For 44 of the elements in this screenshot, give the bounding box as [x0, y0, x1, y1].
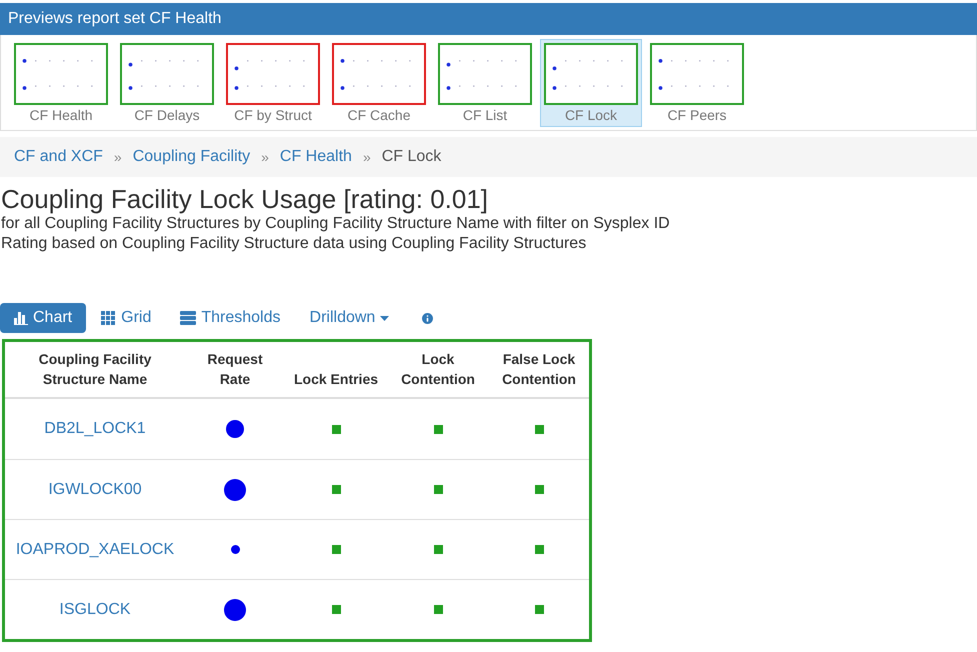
grid-icon: [101, 310, 116, 326]
thumbnail-label: CF Delays: [134, 106, 200, 124]
breadcrumb-link[interactable]: CF Health: [280, 145, 352, 169]
info-icon: [420, 310, 436, 326]
column-header: Lock Contention: [400, 350, 476, 389]
thumbnail-item[interactable]: CF Lock: [540, 39, 642, 127]
caret-icon: [380, 316, 390, 320]
thumbnail-item[interactable]: CF Health: [10, 39, 112, 127]
thumbnail-label: CF List: [462, 106, 508, 124]
breadcrumb-link[interactable]: CF and XCF: [14, 145, 103, 169]
breadcrumb-separator: »: [362, 148, 372, 166]
column-header: False Lock Contention: [501, 350, 577, 389]
thumbnail-label: CF Cache: [347, 106, 411, 124]
bar-chart-icon: [14, 312, 28, 324]
thumbnail-item[interactable]: CF by Struct: [222, 39, 324, 127]
info-button[interactable]: [420, 310, 436, 326]
column-header: Request Rate: [206, 350, 264, 389]
thumbnail-label: CF Lock: [564, 106, 618, 124]
page-title: Coupling Facility Lock Usage [rating: 0.01]: [0, 184, 490, 214]
structure-link[interactable]: IOAPROD_XAELOCK: [16, 538, 174, 562]
toolbar-tab[interactable]: Chart: [0, 303, 86, 333]
structure-link[interactable]: ISGLOCK: [59, 598, 131, 622]
thumbnail-label: CF Health: [29, 106, 93, 124]
thumbnail-item[interactable]: CF Delays: [116, 39, 218, 127]
column-header: Coupling Facility Structure Name: [38, 350, 152, 389]
toolbar-tab[interactable]: Thresholds: [166, 303, 295, 333]
thumbnail-label: CF Peers: [667, 106, 727, 124]
breadcrumb-separator: »: [112, 148, 123, 166]
column-header: Lock Entries: [292, 370, 380, 389]
structure-link[interactable]: DB2L_LOCK1: [44, 417, 146, 441]
breadcrumb-link[interactable]: Coupling Facility: [132, 145, 250, 169]
breadcrumb-current: CF Lock: [382, 147, 442, 167]
subtitle: for all Coupling Facility Structures by Coupling Facility Structure Name with filter on Sysplex ID: [0, 214, 671, 234]
dropdown-button[interactable]: Drilldown: [296, 303, 404, 333]
breadcrumb-separator: »: [260, 148, 270, 166]
header-title: Previews report set CF Health: [8, 9, 222, 29]
list-icon: [180, 310, 196, 326]
thumbnail-label: CF by Struct: [234, 106, 312, 124]
toolbar-tab[interactable]: Grid: [87, 303, 166, 333]
thumbnail-item[interactable]: CF Cache: [328, 39, 430, 127]
thumbnail-item[interactable]: CF List: [434, 39, 536, 127]
structure-link[interactable]: IGWLOCK00: [48, 478, 142, 502]
subtitle: Rating based on Coupling Facility Structure data using Coupling Facility Structures: [0, 234, 588, 254]
thumbnail-item[interactable]: CF Peers: [646, 39, 748, 127]
